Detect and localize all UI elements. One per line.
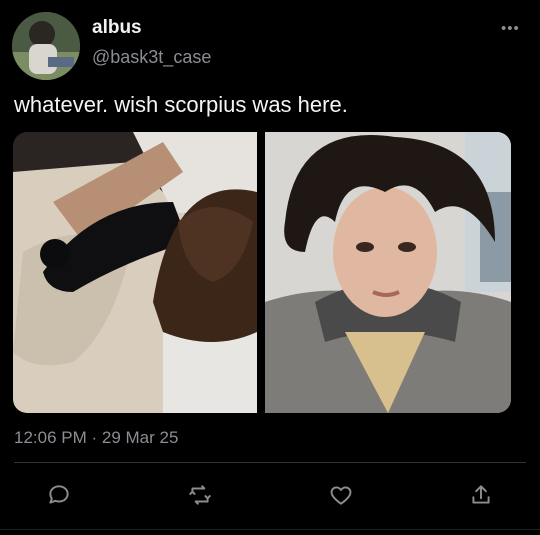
photo-selfie[interactable] — [265, 132, 511, 413]
like-icon[interactable] — [326, 480, 356, 510]
photo-cat-blanket-image — [13, 132, 257, 413]
retweet-icon[interactable] — [185, 480, 215, 510]
photo-cat-blanket[interactable] — [13, 132, 257, 413]
profile-avatar[interactable] — [12, 12, 80, 80]
share-icon[interactable] — [466, 480, 496, 510]
divider — [14, 462, 526, 463]
avatar-photo — [12, 12, 80, 80]
author-name[interactable]: albus — [92, 17, 142, 39]
more-horizontal-icon[interactable]: ••• — [501, 20, 520, 37]
bottom-divider — [0, 529, 540, 530]
photo-selfie-image — [265, 132, 511, 413]
author-handle[interactable]: @bask3t_case — [92, 47, 211, 68]
tweet-media[interactable] — [13, 132, 511, 413]
tweet-timestamp[interactable]: 12:06 PM · 29 Mar 25 — [14, 428, 178, 448]
tweet-text: whatever. wish scorpius was here. — [14, 92, 348, 117]
reply-icon[interactable] — [44, 480, 74, 510]
